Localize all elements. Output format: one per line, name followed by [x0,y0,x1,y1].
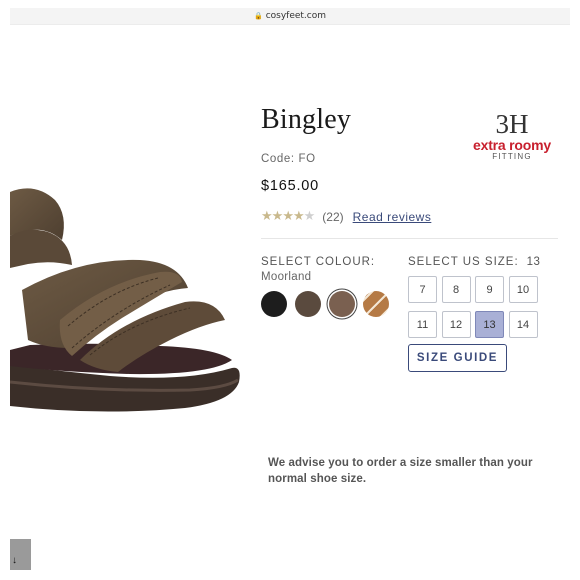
product-code-value: FO [298,153,316,165]
selected-size: 13 [526,256,541,268]
product-price: $165.00 [261,178,320,194]
review-count: (22) [322,209,344,224]
star-empty-icon: ★ [303,209,316,224]
section-divider [261,238,558,239]
size-button[interactable]: 11 [408,311,437,338]
swatch-black[interactable] [261,291,287,317]
colour-swatches [261,291,389,317]
fitting-code: 3H [495,109,529,139]
product-code-label: Code: [261,153,295,165]
size-button[interactable]: 7 [408,276,437,303]
fitting-label: FITTING [492,152,532,161]
size-button[interactable]: 14 [508,311,538,338]
fitting-badge: 3H extra roomy FITTING [466,110,558,162]
url-text: cosyfeet.com [265,11,327,21]
lock-icon: 🔒 [253,12,263,20]
product-image [10,170,245,430]
arrow-down-icon: ↓ [12,555,17,566]
star-icon: ★ [292,209,305,224]
top-divider [10,24,570,25]
colour-label: SELECT COLOUR: [261,256,376,268]
star-icon: ★ [271,209,284,224]
selected-colour: Moorland [261,271,312,283]
size-button-selected[interactable]: 13 [475,311,504,338]
star-icon: ★ [282,209,294,224]
product-title: Bingley [261,104,352,135]
size-button[interactable]: 12 [441,311,471,338]
size-button[interactable]: 8 [441,276,471,303]
size-label-row: SELECT US SIZE: 13 [408,256,540,268]
swatch-moorland[interactable] [329,291,355,317]
size-button[interactable]: 9 [475,276,504,303]
size-label: SELECT US SIZE: [408,256,519,268]
size-grid: 7 8 9 10 11 12 13 14 [408,276,538,338]
size-guide-button[interactable]: SIZE GUIDE [408,344,507,372]
swatch-brown[interactable] [295,291,321,317]
sizing-advice: We advise you to order a size smaller th… [268,457,533,485]
star-rating: ★★★★★ [261,209,316,224]
sandal-illustration [10,188,240,412]
address-bar[interactable]: 🔒 cosyfeet.com [10,8,570,24]
read-reviews-link[interactable]: Read reviews [353,210,432,224]
swatch-tan-striped[interactable] [363,291,389,317]
fitting-tagline: extra roomy [473,137,551,153]
product-code: Code: FO [261,153,316,165]
scroll-down-tab[interactable]: ↓ [10,539,31,570]
rating-row: ★★★★★ (22) Read reviews [261,209,431,224]
star-icon: ★ [261,209,273,224]
size-button[interactable]: 10 [508,276,538,303]
